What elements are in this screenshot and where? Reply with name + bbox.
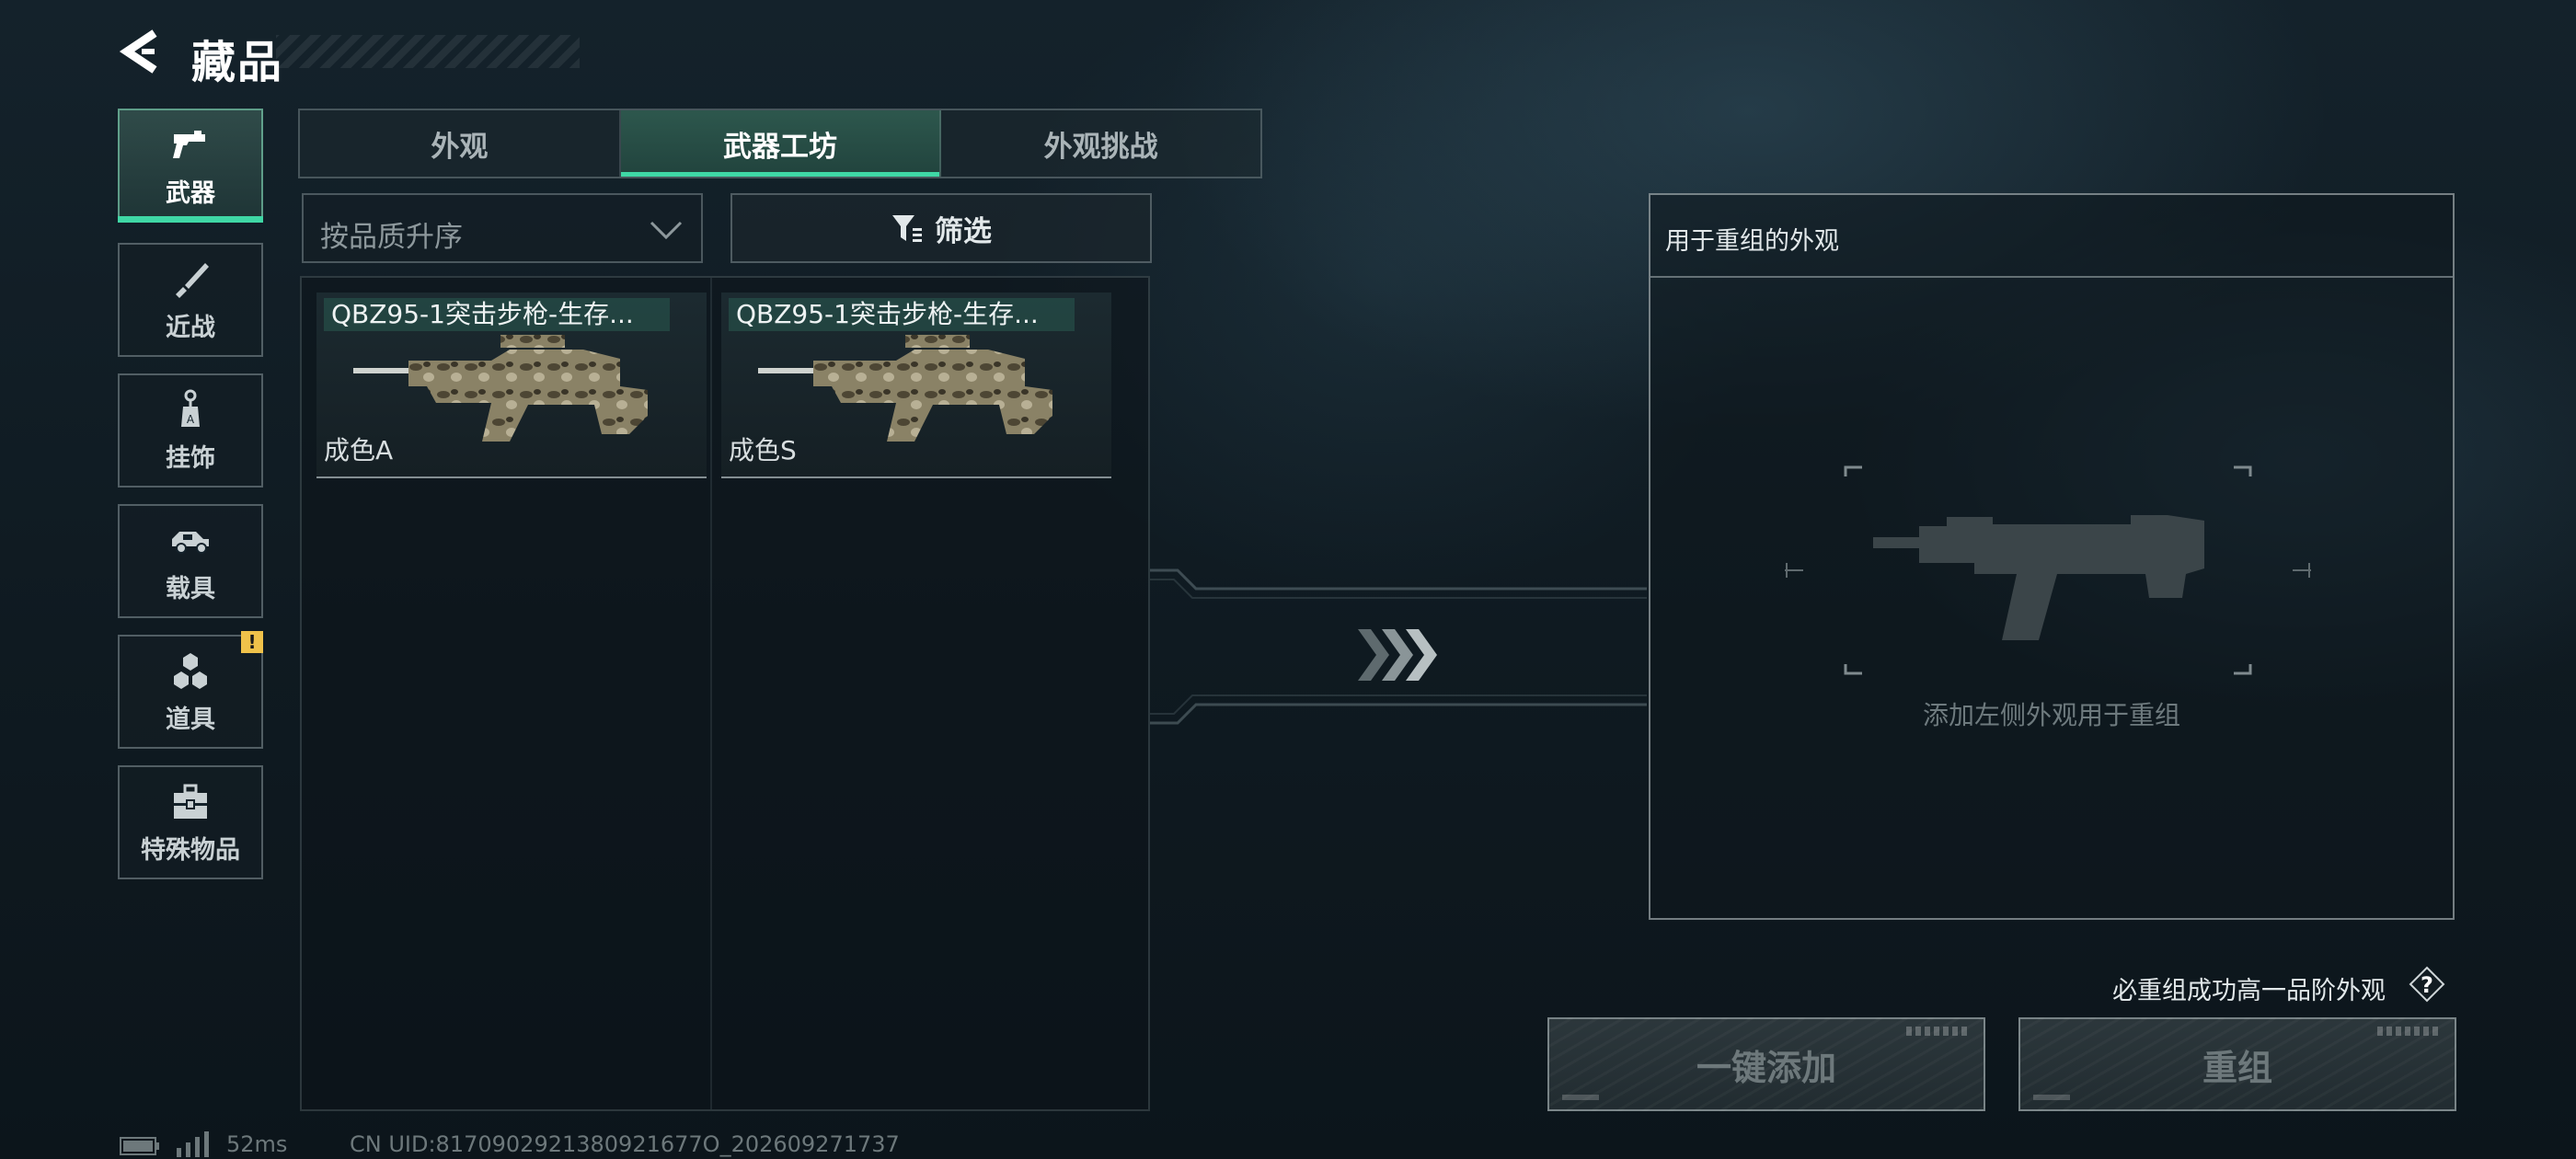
alert-badge: !	[241, 631, 263, 653]
chevron-down-icon	[650, 221, 683, 240]
sidebar-item-label: 特殊物品	[141, 835, 240, 865]
add-all-button[interactable]: 一键添加	[1547, 1017, 1985, 1111]
charm-icon: A	[181, 389, 200, 427]
tab-appearance[interactable]: 外观	[300, 110, 621, 177]
item-card[interactable]: QBZ95-1突击步枪-生存... 成色S	[721, 293, 1111, 478]
knife-icon	[176, 262, 209, 298]
title-decoration	[276, 35, 580, 68]
rifle-image	[758, 335, 1052, 442]
sidebar-item-label: 道具	[166, 705, 215, 734]
reorg-note: 必重组成功高一品阶外观	[2112, 977, 2386, 1005]
uid-readout: CN UID:8170902921380921677O_202609271737	[350, 1131, 900, 1157]
reorganize-button[interactable]: 重组	[2018, 1017, 2456, 1111]
rifle-image	[353, 335, 648, 442]
item-name: QBZ95-1突击步枪-生存...	[729, 298, 1075, 331]
button-decoration	[2033, 1095, 2070, 1100]
pistol-icon	[173, 130, 205, 158]
reorg-hint: 添加左侧外观用于重组	[1922, 700, 2180, 730]
button-decoration	[1562, 1095, 1599, 1100]
back-arrow-icon[interactable]	[118, 28, 166, 75]
filter-button[interactable]: 筛选	[730, 193, 1152, 263]
add-all-label: 一键添加	[1696, 1047, 1836, 1088]
sidebar-item-vehicles[interactable]: 载具	[118, 504, 263, 618]
help-icon[interactable]: ?	[2409, 966, 2445, 1003]
reorg-panel-title: 用于重组的外观	[1665, 227, 1839, 256]
latency-readout: 52ms	[226, 1131, 288, 1157]
sidebar-item-charms[interactable]: A 挂饰	[118, 373, 263, 488]
reorganize-label: 重组	[2202, 1047, 2272, 1088]
item-name: QBZ95-1突击步枪-生存...	[324, 298, 670, 331]
sort-value: 按品质升序	[320, 221, 463, 254]
sidebar-item-label: 武器	[166, 178, 215, 208]
svg-text:?: ?	[2421, 972, 2433, 998]
svg-text:A: A	[187, 413, 195, 426]
filter-icon	[892, 215, 922, 242]
vehicle-icon	[172, 531, 209, 554]
button-decoration	[2377, 1027, 2442, 1036]
tab-appearance-challenge[interactable]: 外观挑战	[941, 110, 1260, 177]
item-card[interactable]: QBZ95-1突击步枪-生存... 成色A	[316, 293, 707, 478]
sort-dropdown[interactable]: 按品质升序	[302, 193, 703, 263]
rifle-placeholder-icon	[1785, 465, 2311, 675]
props-icon	[174, 652, 207, 689]
sidebar-item-label: 挂饰	[166, 443, 215, 473]
battery-icon	[120, 1137, 159, 1155]
filter-label: 筛选	[935, 214, 992, 248]
tab-bar: 外观 武器工坊 外观挑战	[298, 109, 1262, 178]
column-divider	[710, 278, 712, 1109]
item-grade: 成色S	[729, 435, 797, 465]
forward-arrow-icon	[1358, 629, 1437, 681]
sidebar-item-weapons[interactable]: 武器	[118, 109, 263, 223]
toolbox-icon	[174, 784, 207, 819]
button-decoration	[1906, 1027, 1971, 1036]
sidebar-item-label: 载具	[166, 574, 215, 603]
signal-icon	[177, 1131, 209, 1157]
sidebar-item-label: 近战	[166, 313, 215, 342]
item-grade: 成色A	[324, 435, 394, 465]
sidebar-item-special[interactable]: 特殊物品	[118, 765, 263, 879]
tab-weapon-workshop[interactable]: 武器工坊	[620, 110, 942, 177]
sidebar-item-melee[interactable]: 近战	[118, 243, 263, 357]
page-title: 藏品	[191, 37, 284, 88]
